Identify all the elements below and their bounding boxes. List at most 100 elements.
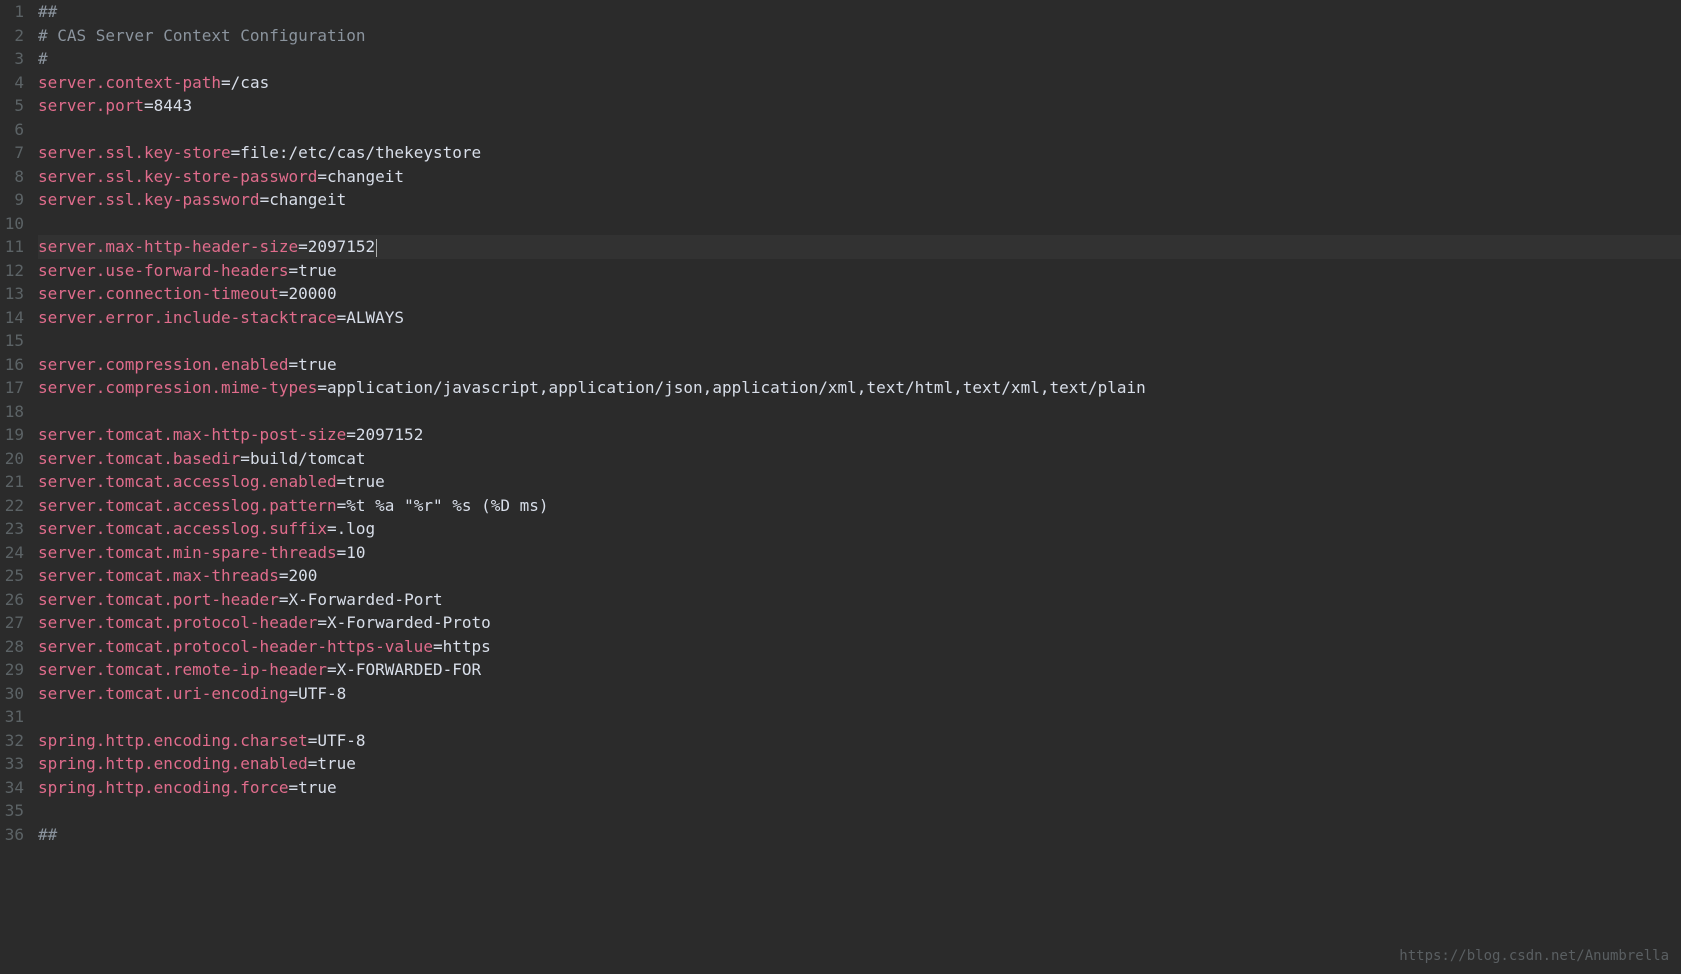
property-value: 20000 <box>288 284 336 303</box>
line-number: 12 <box>4 259 24 283</box>
code-line[interactable]: server.tomcat.min-spare-threads=10 <box>38 541 1681 565</box>
equals-sign: = <box>308 731 318 750</box>
property-key: server.tomcat.accesslog.pattern <box>38 496 337 515</box>
property-value: true <box>317 754 356 773</box>
equals-sign: = <box>317 613 327 632</box>
property-key: server.tomcat.min-spare-threads <box>38 543 337 562</box>
code-line[interactable] <box>38 212 1681 236</box>
property-value: true <box>298 261 337 280</box>
code-line[interactable]: ## <box>38 823 1681 847</box>
property-key: server.compression.enabled <box>38 355 288 374</box>
code-line[interactable]: server.ssl.key-password=changeit <box>38 188 1681 212</box>
property-key: spring.http.encoding.enabled <box>38 754 308 773</box>
code-line[interactable]: server.compression.mime-types=applicatio… <box>38 376 1681 400</box>
code-line[interactable]: server.max-http-header-size=2097152 <box>38 235 1681 259</box>
equals-sign: = <box>337 496 347 515</box>
line-number: 17 <box>4 376 24 400</box>
code-line[interactable]: server.tomcat.accesslog.enabled=true <box>38 470 1681 494</box>
code-line[interactable]: server.tomcat.uri-encoding=UTF-8 <box>38 682 1681 706</box>
code-line[interactable] <box>38 799 1681 823</box>
property-value: true <box>298 778 337 797</box>
line-number: 5 <box>4 94 24 118</box>
code-line[interactable]: # CAS Server Context Configuration <box>38 24 1681 48</box>
line-number: 28 <box>4 635 24 659</box>
code-line[interactable]: spring.http.encoding.enabled=true <box>38 752 1681 776</box>
property-value: UTF-8 <box>298 684 346 703</box>
code-line[interactable]: server.use-forward-headers=true <box>38 259 1681 283</box>
code-line[interactable] <box>38 329 1681 353</box>
code-line[interactable]: server.error.include-stacktrace=ALWAYS <box>38 306 1681 330</box>
text-cursor <box>376 239 377 257</box>
line-number: 2 <box>4 24 24 48</box>
line-number: 19 <box>4 423 24 447</box>
code-area[interactable]: ## # CAS Server Context Configuration# ser… <box>34 0 1681 974</box>
equals-sign: = <box>231 143 241 162</box>
code-line[interactable] <box>38 400 1681 424</box>
property-key: server.tomcat.uri-encoding <box>38 684 288 703</box>
line-number: 14 <box>4 306 24 330</box>
line-number: 1 <box>4 0 24 24</box>
code-line[interactable]: server.tomcat.remote-ip-header=X-FORWARD… <box>38 658 1681 682</box>
code-line[interactable]: server.tomcat.protocol-header-https-valu… <box>38 635 1681 659</box>
equals-sign: = <box>346 425 356 444</box>
code-line[interactable]: server.tomcat.port-header=X-Forwarded-Po… <box>38 588 1681 612</box>
line-number: 22 <box>4 494 24 518</box>
property-value: UTF-8 <box>317 731 365 750</box>
property-value: 10 <box>346 543 365 562</box>
line-number: 26 <box>4 588 24 612</box>
line-number: 6 <box>4 118 24 142</box>
code-line[interactable]: server.tomcat.accesslog.pattern=%t %a "%… <box>38 494 1681 518</box>
property-value: https <box>443 637 491 656</box>
line-number: 3 <box>4 47 24 71</box>
code-line[interactable]: spring.http.encoding.force=true <box>38 776 1681 800</box>
equals-sign: = <box>337 543 347 562</box>
line-number: 4 <box>4 71 24 95</box>
code-line[interactable]: server.tomcat.max-http-post-size=2097152 <box>38 423 1681 447</box>
code-line[interactable]: server.tomcat.protocol-header=X-Forwarde… <box>38 611 1681 635</box>
code-line[interactable]: server.connection-timeout=20000 <box>38 282 1681 306</box>
property-value: 2097152 <box>356 425 423 444</box>
property-key: server.ssl.key-password <box>38 190 260 209</box>
line-number: 35 <box>4 799 24 823</box>
equals-sign: = <box>433 637 443 656</box>
property-key: server.tomcat.max-http-post-size <box>38 425 346 444</box>
equals-sign: = <box>144 96 154 115</box>
code-line[interactable]: server.tomcat.basedir=build/tomcat <box>38 447 1681 471</box>
property-value: /cas <box>231 73 270 92</box>
property-value: 200 <box>288 566 317 585</box>
code-editor[interactable]: 1234567891011121314151617181920212223242… <box>0 0 1681 974</box>
code-line[interactable] <box>38 705 1681 729</box>
code-line[interactable]: ## <box>38 0 1681 24</box>
comment-text: ## <box>38 2 57 21</box>
property-value: X-FORWARDED-FOR <box>337 660 482 679</box>
code-line[interactable]: # <box>38 47 1681 71</box>
property-value: true <box>298 355 337 374</box>
code-line[interactable]: server.compression.enabled=true <box>38 353 1681 377</box>
property-key: server.tomcat.remote-ip-header <box>38 660 327 679</box>
equals-sign: = <box>288 261 298 280</box>
property-key: server.tomcat.accesslog.suffix <box>38 519 327 538</box>
line-number: 25 <box>4 564 24 588</box>
code-line[interactable]: server.port=8443 <box>38 94 1681 118</box>
code-line[interactable]: server.tomcat.accesslog.suffix=.log <box>38 517 1681 541</box>
property-key: server.connection-timeout <box>38 284 279 303</box>
equals-sign: = <box>298 237 308 256</box>
code-line[interactable]: server.ssl.key-store=file:/etc/cas/theke… <box>38 141 1681 165</box>
equals-sign: = <box>240 449 250 468</box>
line-number: 36 <box>4 823 24 847</box>
code-line[interactable]: spring.http.encoding.charset=UTF-8 <box>38 729 1681 753</box>
comment-text: # <box>38 49 48 68</box>
code-line[interactable]: server.tomcat.max-threads=200 <box>38 564 1681 588</box>
property-value: ALWAYS <box>346 308 404 327</box>
equals-sign: = <box>337 472 347 491</box>
line-number: 23 <box>4 517 24 541</box>
line-number: 21 <box>4 470 24 494</box>
equals-sign: = <box>288 684 298 703</box>
property-key: server.context-path <box>38 73 221 92</box>
code-line[interactable]: server.ssl.key-store-password=changeit <box>38 165 1681 189</box>
line-number: 9 <box>4 188 24 212</box>
code-line[interactable]: server.context-path=/cas <box>38 71 1681 95</box>
equals-sign: = <box>317 167 327 186</box>
property-key: server.max-http-header-size <box>38 237 298 256</box>
code-line[interactable] <box>38 118 1681 142</box>
